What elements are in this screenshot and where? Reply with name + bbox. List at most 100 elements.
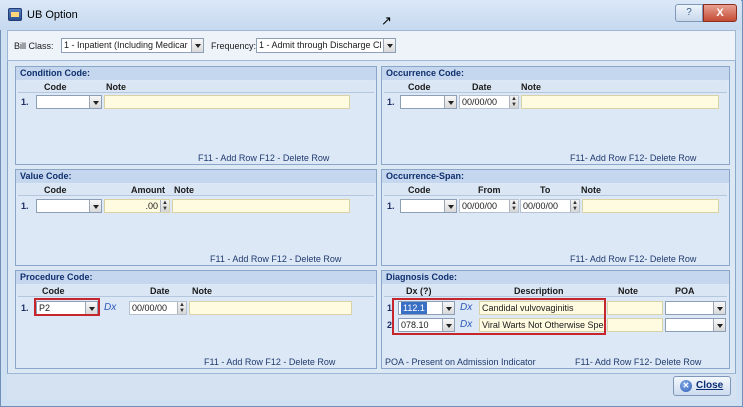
span-to-value: 00/00/00	[523, 201, 559, 211]
row-number: 1.	[387, 97, 395, 107]
code-column-header: Code	[42, 286, 65, 296]
procedure-note-input[interactable]	[189, 301, 352, 315]
condition-code-header: Code Note	[18, 81, 374, 93]
diagnosis-code-panel: Diagnosis Code: Dx (?) Description Note …	[381, 270, 730, 369]
diagnosis-code-title: Diagnosis Code:	[382, 271, 729, 284]
diagnosis-note-input[interactable]	[607, 318, 663, 332]
occurrence-span-panel: Occurrence-Span: Code From To Note 1. 00…	[381, 169, 730, 266]
code-column-header: Code	[408, 82, 431, 92]
value-footer-hint: F11 - Add Row F12 - Delete Row	[210, 254, 342, 264]
procedure-footer-hint: F11 - Add Row F12 - Delete Row	[204, 357, 336, 367]
code-column-header: Code	[44, 185, 67, 195]
frequency-value: 1 - Admit through Discharge Cla	[259, 40, 381, 50]
bill-class-label: Bill Class:	[14, 41, 54, 51]
poa-select[interactable]	[665, 301, 726, 315]
value-code-title: Value Code:	[16, 170, 376, 183]
spinner-icon[interactable]: ▲ ▼	[509, 200, 518, 212]
diagnosis-description-input[interactable]: Viral Warts Not Otherwise Spec	[479, 318, 605, 332]
dx-lookup-icon[interactable]: Dx	[460, 302, 472, 313]
chevron-down-icon[interactable]	[442, 319, 454, 331]
note-column-header: Note	[192, 286, 212, 296]
span-from-input[interactable]: 00/00/00 ▲ ▼	[459, 199, 519, 213]
from-column-header: From	[478, 185, 501, 195]
spinner-icon[interactable]: ▲ ▼	[160, 200, 169, 212]
close-button[interactable]: ✕ Close	[673, 376, 731, 396]
note-column-header: Note	[581, 185, 601, 195]
chevron-down-icon[interactable]	[383, 39, 395, 52]
row-number: 1.	[387, 201, 395, 211]
occurrence-footer-hint: F11- Add Row F12- Delete Row	[570, 153, 697, 163]
span-note-input[interactable]	[582, 199, 719, 213]
code-column-header: Code	[44, 82, 67, 92]
value-note-input[interactable]	[172, 199, 350, 213]
amount-column-header: Amount	[131, 185, 165, 195]
note-column-header: Note	[174, 185, 194, 195]
procedure-code-select[interactable]: P2	[36, 301, 98, 315]
frequency-select[interactable]: 1 - Admit through Discharge Cla	[256, 38, 396, 53]
chevron-down-icon[interactable]	[85, 302, 97, 314]
close-button-label: Close	[696, 380, 724, 391]
poa-column-header: POA	[675, 286, 695, 296]
chevron-down-icon[interactable]	[442, 302, 454, 314]
frequency-label: Frequency:	[211, 41, 257, 51]
code-column-header: Code	[408, 185, 431, 195]
chevron-down-icon[interactable]	[191, 39, 203, 52]
chevron-down-icon[interactable]	[444, 96, 456, 108]
row-number: 1.	[21, 97, 29, 107]
chevron-down-icon[interactable]	[89, 96, 101, 108]
condition-code-select[interactable]	[36, 95, 102, 109]
bill-class-value: 1 - Inpatient (Including Medicar	[64, 40, 188, 50]
occurrence-span-code-select[interactable]	[400, 199, 457, 213]
occurrence-span-footer-hint: F11- Add Row F12- Delete Row	[570, 254, 697, 264]
procedure-date-input[interactable]: 00/00/00 ▲ ▼	[129, 301, 187, 315]
occurrence-code-title: Occurrence Code:	[382, 67, 729, 80]
occurrence-date-input[interactable]: 00/00/00 ▲ ▼	[459, 95, 519, 109]
condition-note-input[interactable]	[104, 95, 350, 109]
date-column-header: Date	[150, 286, 170, 296]
value-code-select[interactable]	[36, 199, 102, 213]
diagnosis-footer-hint: F11- Add Row F12- Delete Row	[575, 357, 702, 367]
window-close-button[interactable]: X	[703, 4, 737, 22]
row-number: 1.	[387, 303, 395, 313]
note-column-header: Note	[106, 82, 126, 92]
diagnosis-description-input[interactable]: Candidal vulvovaginitis	[479, 301, 605, 315]
diagnosis-code-select[interactable]: 112.1	[398, 301, 455, 315]
dx-lookup-icon[interactable]: Dx	[104, 302, 116, 313]
dx-lookup-icon[interactable]: Dx	[460, 319, 472, 330]
occurrence-code-select[interactable]	[400, 95, 457, 109]
description-column-header: Description	[514, 286, 564, 296]
bill-class-bar: Bill Class: 1 - Inpatient (Including Med…	[7, 30, 736, 61]
diagnosis-description: Candidal vulvovaginitis	[482, 303, 574, 313]
diagnosis-note-input[interactable]	[607, 301, 663, 315]
poa-select[interactable]	[665, 318, 726, 332]
procedure-code-title: Procedure Code:	[16, 271, 376, 284]
chevron-down-icon[interactable]	[444, 200, 456, 212]
to-column-header: To	[540, 185, 551, 195]
span-to-input[interactable]: 00/00/00 ▲ ▼	[520, 199, 580, 213]
diagnosis-code-select[interactable]: 078.10	[398, 318, 455, 332]
value-amount: .00	[145, 201, 158, 211]
spinner-icon[interactable]: ▲ ▼	[509, 96, 518, 108]
occurrence-note-input[interactable]	[521, 95, 719, 109]
occurrence-code-header: Code Date Note	[384, 81, 727, 93]
procedure-code-value: P2	[39, 303, 51, 313]
row-number: 1.	[21, 201, 29, 211]
help-button[interactable]: ?	[675, 4, 703, 22]
note-column-header: Note	[618, 286, 638, 296]
mouse-cursor-icon: ↗	[381, 13, 392, 28]
procedure-code-panel: Procedure Code: Code Date Note 1. P2 Dx …	[15, 270, 377, 369]
bill-class-select[interactable]: 1 - Inpatient (Including Medicar	[61, 38, 204, 53]
poa-legend: POA - Present on Admission Indicator	[385, 357, 536, 367]
button-bar	[7, 373, 736, 400]
occurrence-code-panel: Occurrence Code: Code Date Note 1. 00/00…	[381, 66, 730, 165]
chevron-down-icon[interactable]	[713, 319, 725, 331]
chevron-down-icon[interactable]	[713, 302, 725, 314]
diagnosis-description: Viral Warts Not Otherwise Spec	[482, 320, 605, 330]
procedure-code-header: Code Date Note	[18, 285, 374, 297]
spinner-icon[interactable]: ▲ ▼	[177, 302, 186, 314]
diagnosis-code-value: 078.10	[401, 320, 429, 330]
chevron-down-icon[interactable]	[89, 200, 101, 212]
row-number: 2.	[387, 320, 395, 330]
value-amount-input[interactable]: .00 ▲ ▼	[104, 199, 170, 213]
spinner-icon[interactable]: ▲ ▼	[570, 200, 579, 212]
